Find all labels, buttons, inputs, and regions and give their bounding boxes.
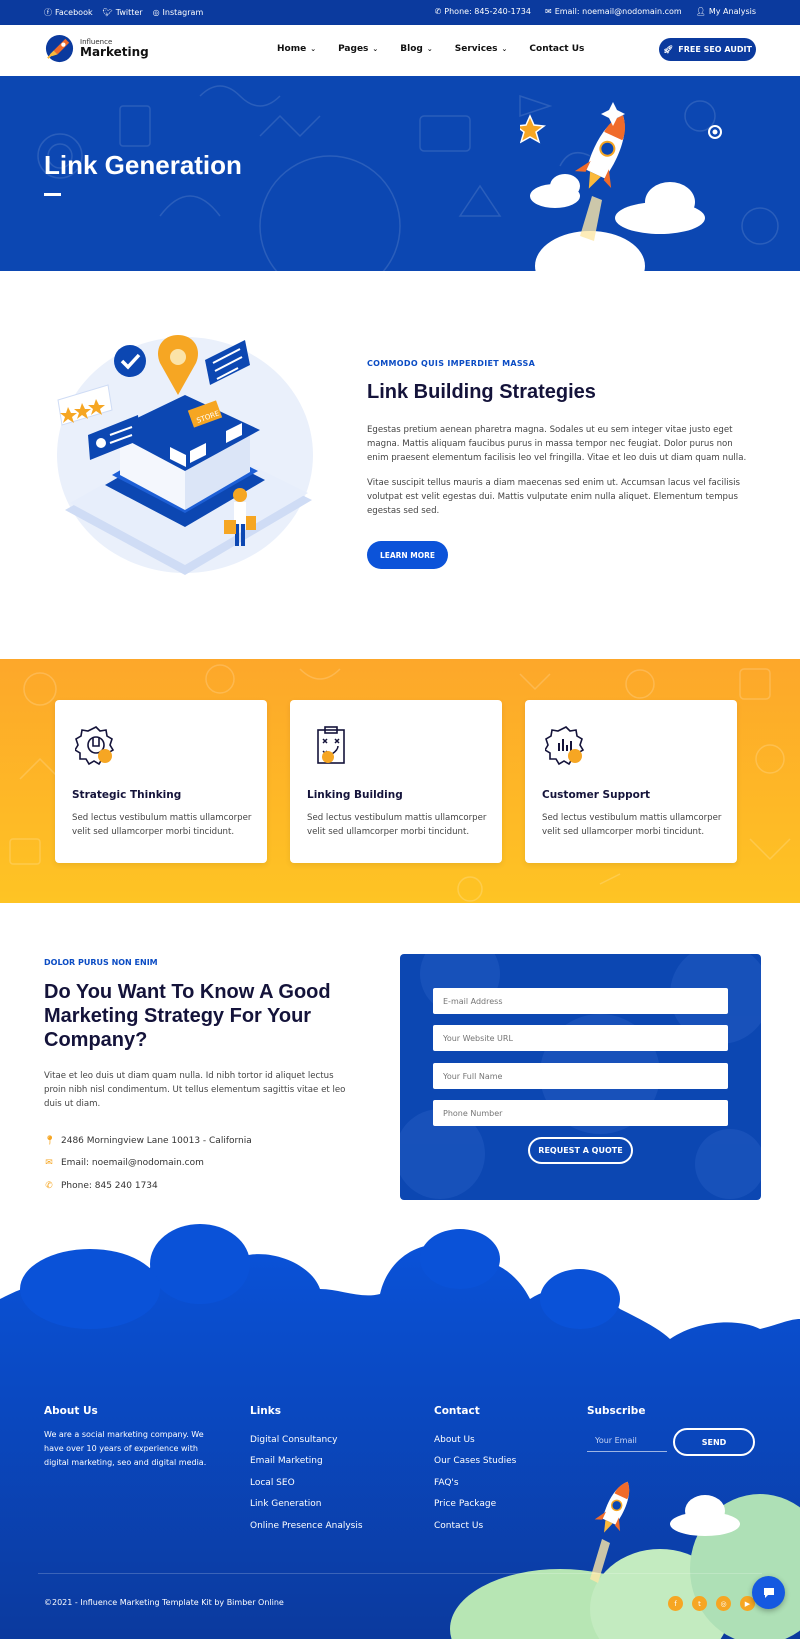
footer-links-title: Links: [250, 1405, 281, 1417]
footer-link[interactable]: Contact Us: [434, 1521, 483, 1531]
email-field[interactable]: [433, 988, 728, 1014]
feature-card-customer-support: Customer Support Sed lectus vestibulum m…: [525, 700, 737, 863]
nav-home[interactable]: Home ⌄: [277, 44, 316, 54]
envelope-icon: ✉: [544, 7, 552, 16]
chevron-down-icon: ⌄: [310, 45, 317, 53]
chevron-down-icon: ⌄: [426, 45, 433, 53]
chevron-down-icon: ⌄: [372, 45, 379, 53]
twitter-link[interactable]: 🐦︎ Twitter: [103, 7, 143, 18]
facebook-icon: ⓕ: [44, 8, 52, 17]
footer-subscribe-title: Subscribe: [587, 1405, 646, 1417]
about-paragraph-2: Vitae suscipit tellus mauris a diam maec…: [367, 478, 740, 516]
nav-contact[interactable]: Contact Us: [529, 44, 584, 54]
footer-link[interactable]: FAQ's: [434, 1478, 459, 1488]
features-section: Strategic Thinking Sed lectus vestibulum…: [0, 659, 800, 903]
section-tag: DOLOR PURUS NON ENIM: [44, 958, 158, 967]
chat-bubble-icon: [763, 1587, 774, 1598]
email-info[interactable]: ✉ Email: noemail@nodomain.com: [44, 1158, 204, 1168]
rocket-icon: 🚀︎: [663, 45, 674, 54]
feature-title: Customer Support: [542, 789, 651, 801]
about-paragraph-1: Egestas pretium aenean pharetra magna. S…: [367, 425, 747, 463]
learn-more-button[interactable]: LEARN MORE: [367, 541, 448, 569]
nav-blog[interactable]: Blog ⌄: [400, 44, 432, 54]
footer-link[interactable]: Local SEO: [250, 1478, 295, 1488]
full-name-field[interactable]: [433, 1063, 728, 1089]
topbar-phone[interactable]: ✆ Phone: 845-240-1734: [435, 7, 531, 16]
footer-link[interactable]: Digital Consultancy: [250, 1435, 337, 1445]
map-pin-icon: 📍︎: [44, 1136, 56, 1146]
contact-description: Vitae et leo duis ut diam quam nulla. Id…: [44, 1071, 346, 1109]
footer-link[interactable]: Email Marketing: [250, 1456, 323, 1466]
website-url-field[interactable]: [433, 1025, 728, 1051]
store-illustration: STORE: [57, 335, 313, 575]
facebook-link[interactable]: ⓕ Facebook: [44, 7, 93, 18]
nav-pages[interactable]: Pages ⌄: [338, 44, 378, 54]
nav-services[interactable]: Services ⌄: [455, 44, 508, 54]
quote-form: REQUEST A QUOTE: [400, 954, 761, 1200]
phone-info[interactable]: ✆ Phone: 845 240 1734: [44, 1181, 158, 1191]
feature-text: Sed lectus vestibulum mattis ullamcorper…: [307, 813, 487, 837]
send-button[interactable]: SEND: [673, 1428, 755, 1456]
gear-chart-icon: [545, 726, 585, 766]
user-icon: 👤︎: [695, 7, 706, 16]
footer-link[interactable]: Price Package: [434, 1499, 496, 1509]
title-underline: [44, 193, 61, 196]
my-analysis-link[interactable]: 👤︎ My Analysis: [696, 7, 756, 16]
footer-link[interactable]: About Us: [434, 1435, 475, 1445]
site-header: Influence Marketing Home ⌄ Pages ⌄ Blog ⌄ S…: [0, 25, 800, 76]
instagram-link[interactable]: ◎ Instagram: [153, 7, 204, 18]
request-quote-button[interactable]: REQUEST A QUOTE: [528, 1137, 633, 1164]
top-bar: ⓕ Facebook 🐦︎ Twitter ◎ Instagram ✆ Phone: 8…: [0, 0, 800, 25]
feature-text: Sed lectus vestibulum mattis ullamcorper…: [542, 813, 722, 837]
footer-link[interactable]: Our Cases Studies: [434, 1456, 516, 1466]
envelope-icon: ✉: [45, 1158, 53, 1168]
footer-divider: [38, 1573, 762, 1574]
footer-link[interactable]: Online Presence Analysis: [250, 1521, 363, 1531]
section-tag: COMMODO QUIS IMPERDIET MASSA: [367, 359, 536, 368]
page-title: Link Generation: [44, 150, 242, 180]
footer-about-text: We are a social marketing company. We ha…: [44, 1430, 207, 1467]
free-seo-audit-button[interactable]: 🚀︎ FREE SEO AUDIT: [659, 38, 756, 61]
instagram-icon: ◎: [152, 8, 160, 17]
footer-link[interactable]: Link Generation: [250, 1499, 322, 1509]
logo[interactable]: Influence Marketing: [44, 33, 149, 64]
phone-field[interactable]: [433, 1100, 728, 1126]
gear-wrench-icon: [75, 726, 115, 766]
twitter-icon: 🐦︎: [102, 8, 113, 17]
copyright-text: ©2021 - Influence Marketing Template Kit…: [44, 1598, 284, 1607]
chat-widget-button[interactable]: [752, 1576, 785, 1609]
rocket-logo-icon: [45, 34, 74, 63]
feature-text: Sed lectus vestibulum mattis ullamcorper…: [72, 813, 252, 837]
subscribe-email-input[interactable]: Your Email: [587, 1432, 667, 1452]
main-nav: Home ⌄ Pages ⌄ Blog ⌄ Services ⌄ Contact Us: [277, 44, 584, 54]
footer-twitter-icon[interactable]: t: [692, 1596, 707, 1611]
phone-icon: ✆: [45, 1181, 53, 1191]
topbar-email[interactable]: ✉ Email: noemail@nodomain.com: [545, 7, 682, 16]
social-links: ⓕ Facebook 🐦︎ Twitter ◎ Instagram: [44, 7, 203, 18]
footer-facebook-icon[interactable]: f: [668, 1596, 683, 1611]
page-hero: Link Generation: [0, 76, 800, 271]
logo-title: Marketing: [80, 45, 149, 59]
topbar-contact: ✆ Phone: 845-240-1734 ✉ Email: noemail@nod…: [435, 7, 756, 16]
feature-card-linking-building: Linking Building Sed lectus vestibulum m…: [290, 700, 502, 863]
feature-card-strategic-thinking: Strategic Thinking Sed lectus vestibulum…: [55, 700, 267, 863]
feature-title: Strategic Thinking: [72, 789, 182, 801]
section-title: Link Building Strategies: [367, 381, 596, 403]
feature-title: Linking Building: [307, 789, 403, 801]
footer-instagram-icon[interactable]: ◎: [716, 1596, 731, 1611]
rocket-illustration: [520, 102, 722, 271]
footer-contact-title: Contact: [434, 1405, 480, 1417]
footer-about-title: About Us: [44, 1405, 98, 1417]
address-info: 📍︎ 2486 Morningview Lane 10013 - Californ…: [44, 1136, 252, 1146]
phone-icon: ✆: [434, 7, 442, 16]
clipboard-strategy-icon: [317, 726, 345, 764]
section-title: Do You Want To Know A Good Marketing Str…: [44, 981, 331, 1051]
chevron-down-icon: ⌄: [501, 45, 508, 53]
